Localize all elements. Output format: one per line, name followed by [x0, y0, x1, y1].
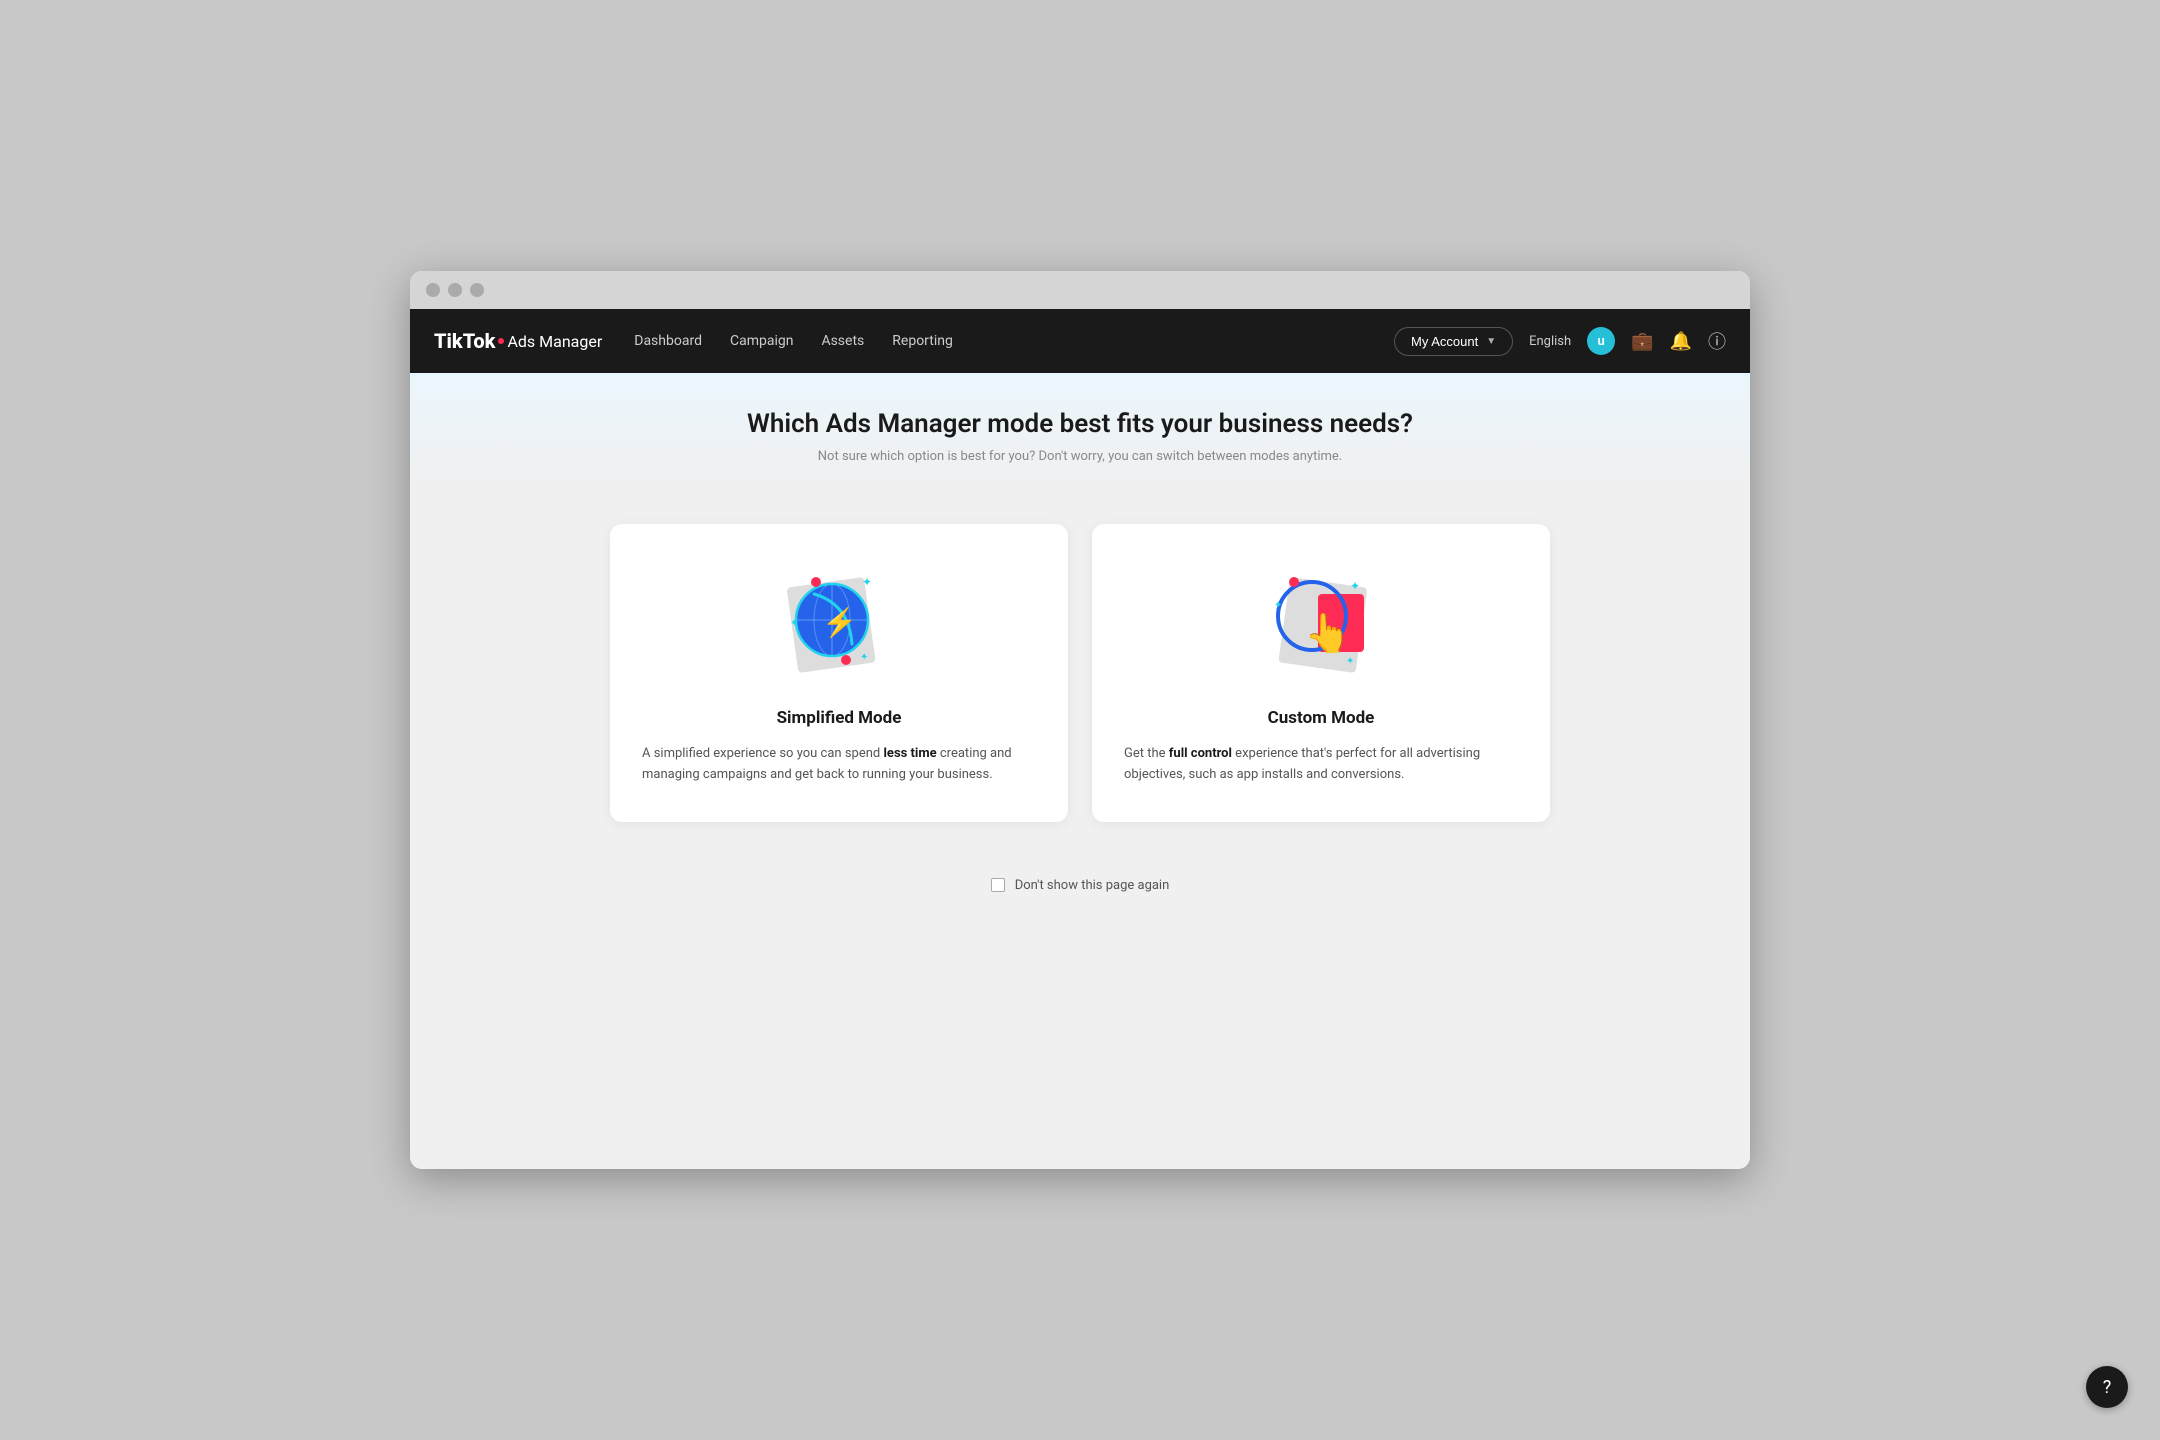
dont-show-row: Don't show this page again: [410, 854, 1750, 909]
navbar: TikTok Ads Manager Dashboard Campaign As…: [410, 309, 1750, 373]
hero-subtitle: Not sure which option is best for you? D…: [434, 449, 1726, 464]
nav-link-dashboard[interactable]: Dashboard: [634, 333, 702, 349]
custom-svg-illustration: 👆 ✦ ✦ ✦: [1266, 564, 1376, 674]
simplified-mode-card[interactable]: ⚡ ✦ ✦ ✦ Simplified Mode A simplified exp…: [610, 524, 1068, 822]
svg-text:✦: ✦: [860, 652, 868, 663]
nav-link-assets[interactable]: Assets: [821, 333, 864, 349]
nav-brand: TikTok Ads Manager: [434, 329, 602, 353]
help-icon: ?: [2103, 1377, 2112, 1398]
nav-link-reporting[interactable]: Reporting: [892, 333, 953, 349]
bell-icon[interactable]: 🔔: [1670, 331, 1692, 352]
nav-link-campaign[interactable]: Campaign: [730, 333, 793, 349]
custom-mode-title: Custom Mode: [1268, 708, 1375, 728]
svg-text:✦: ✦: [1274, 600, 1282, 611]
browser-dot-green: [470, 283, 484, 297]
logo-red-dot: [498, 338, 504, 344]
svg-text:✦: ✦: [862, 575, 872, 589]
simplified-illustration: ⚡ ✦ ✦ ✦: [642, 564, 1036, 684]
svg-text:✦: ✦: [1350, 579, 1360, 593]
svg-text:✦: ✦: [1346, 656, 1354, 667]
cards-container: ⚡ ✦ ✦ ✦ Simplified Mode A simplified exp…: [610, 524, 1550, 822]
browser-titlebar: [410, 271, 1750, 309]
language-selector[interactable]: English: [1529, 334, 1571, 349]
browser-dot-red: [426, 283, 440, 297]
logo-ads-text: Ads Manager: [507, 332, 602, 351]
browser-window: TikTok Ads Manager Dashboard Campaign As…: [410, 271, 1750, 1169]
logo-tiktok-text: TikTok: [434, 329, 495, 353]
simplified-mode-title: Simplified Mode: [777, 708, 902, 728]
my-account-button[interactable]: My Account ▼: [1394, 327, 1513, 356]
svg-text:👆: 👆: [1304, 611, 1351, 656]
chevron-down-icon: ▼: [1486, 336, 1496, 347]
browser-dot-yellow: [448, 283, 462, 297]
dont-show-label[interactable]: Don't show this page again: [1015, 878, 1170, 893]
main-content: ⚡ ✦ ✦ ✦ Simplified Mode A simplified exp…: [410, 492, 1750, 854]
page-title: Which Ads Manager mode best fits your bu…: [434, 409, 1726, 439]
svg-text:✦: ✦: [790, 618, 798, 629]
hero-section: Which Ads Manager mode best fits your bu…: [410, 373, 1750, 492]
custom-mode-card[interactable]: 👆 ✦ ✦ ✦ Custom Mode Get the full control…: [1092, 524, 1550, 822]
help-circle-icon[interactable]: ⓘ: [1708, 328, 1726, 354]
svg-text:⚡: ⚡: [822, 606, 857, 639]
my-account-label: My Account: [1411, 334, 1478, 349]
simplified-svg-illustration: ⚡ ✦ ✦ ✦: [784, 564, 894, 674]
simplified-mode-description: A simplified experience so you can spend…: [642, 744, 1036, 786]
briefcase-icon[interactable]: 💼: [1631, 331, 1653, 352]
browser-content: TikTok Ads Manager Dashboard Campaign As…: [410, 309, 1750, 1169]
nav-links: Dashboard Campaign Assets Reporting: [634, 333, 1362, 349]
floating-help-button[interactable]: ?: [2086, 1366, 2128, 1408]
custom-illustration: 👆 ✦ ✦ ✦: [1124, 564, 1518, 684]
tiktok-logo: TikTok Ads Manager: [434, 329, 602, 353]
nav-right: My Account ▼ English u 💼 🔔 ⓘ: [1394, 327, 1726, 356]
avatar[interactable]: u: [1587, 327, 1615, 355]
dont-show-checkbox[interactable]: [991, 878, 1005, 892]
custom-mode-description: Get the full control experience that's p…: [1124, 744, 1518, 786]
